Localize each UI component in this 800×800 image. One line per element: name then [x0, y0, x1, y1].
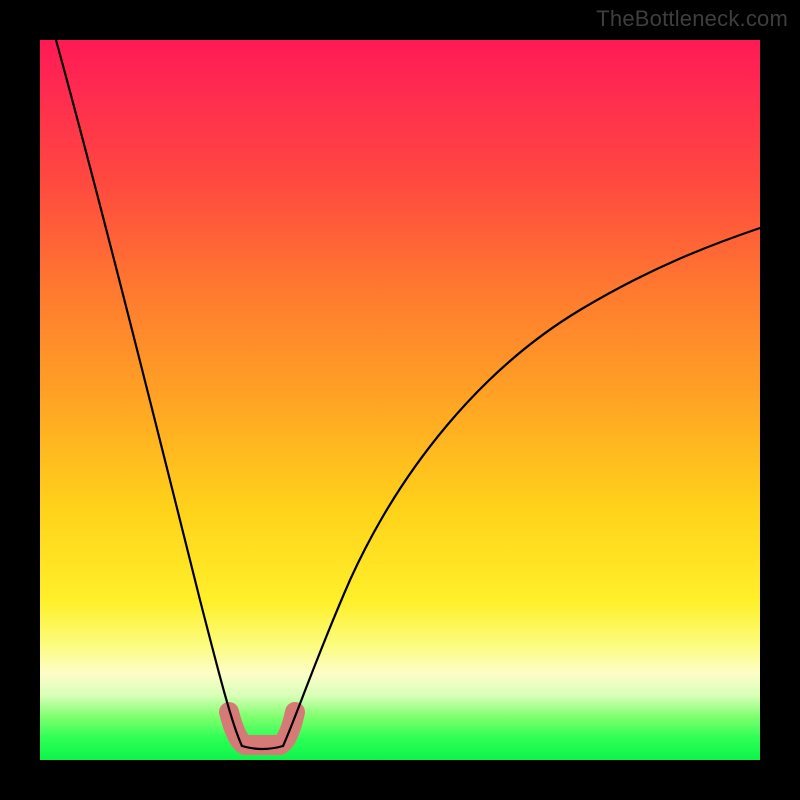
plot-area	[40, 40, 760, 760]
curve-right-branch	[283, 228, 760, 746]
curve-left-branch	[56, 40, 242, 746]
watermark-text: TheBottleneck.com	[596, 6, 788, 32]
chart-frame: TheBottleneck.com	[0, 0, 800, 800]
chart-svg	[40, 40, 760, 760]
